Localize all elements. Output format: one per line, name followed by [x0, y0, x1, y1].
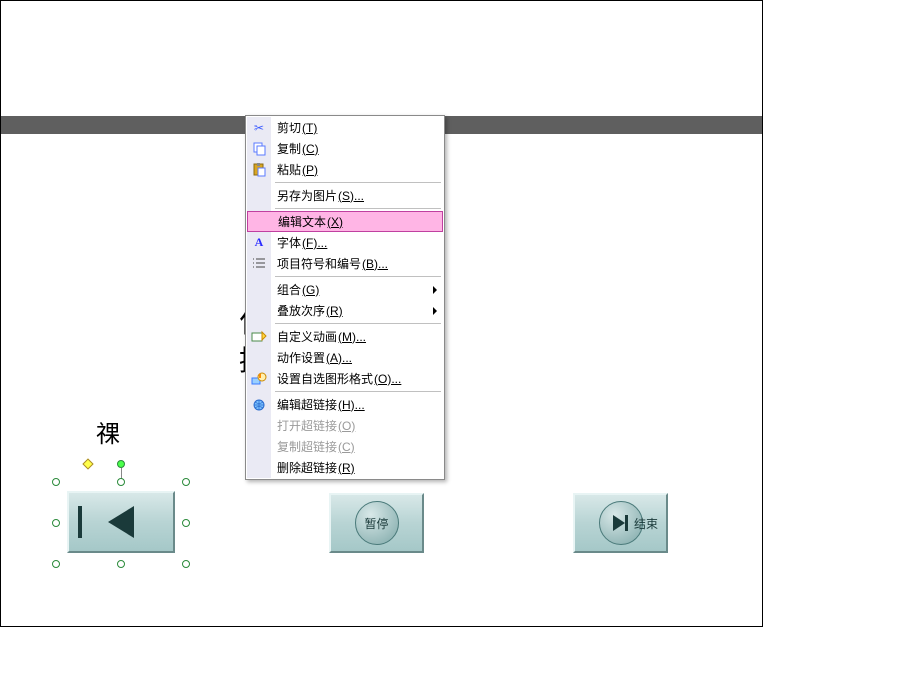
menu-save-as-picture[interactable]: 另存为图片(S)... [247, 185, 443, 206]
paste-icon [250, 161, 268, 179]
pause-button[interactable]: 暂停 [329, 493, 424, 553]
pause-icon: 暂停 [355, 501, 399, 545]
pause-label: 暂停 [364, 515, 388, 532]
menu-separator [275, 182, 441, 183]
copy-icon [250, 140, 268, 158]
menu-copy[interactable]: 复制(C) [247, 138, 443, 159]
bullets-icon [250, 255, 268, 273]
menu-edit-hyperlink[interactable]: 编辑超链接(H)... [247, 394, 443, 415]
menu-order[interactable]: 叠放次序(R) [247, 300, 443, 321]
submenu-arrow-icon [433, 286, 437, 294]
menu-action-settings[interactable]: 动作设置(A)... [247, 347, 443, 368]
menu-cut-label: 剪切 [277, 119, 301, 136]
end-button[interactable]: 结束 [573, 493, 668, 553]
hyperlink-icon [250, 396, 268, 414]
skip-previous-icon [108, 506, 134, 538]
menu-open-hyperlink-label: 打开超链接 [277, 417, 337, 434]
menu-cut[interactable]: ✂ 剪切(T) [247, 117, 443, 138]
resize-handle-tm[interactable] [117, 478, 125, 486]
menu-save-as-picture-label: 另存为图片 [277, 187, 337, 204]
menu-remove-hyperlink[interactable]: 删除超链接(R) [247, 457, 443, 478]
context-menu: ✂ 剪切(T) 复制(C) 粘贴(P) 另存为图片(S)... 编辑文本(X) … [245, 115, 445, 480]
menu-format-autoshape-label: 设置自选图形格式 [277, 370, 373, 387]
resize-handle-ml[interactable] [52, 519, 60, 527]
menu-separator [275, 208, 441, 209]
menu-paste[interactable]: 粘贴(P) [247, 159, 443, 180]
cut-icon: ✂ [250, 119, 268, 137]
menu-remove-hyperlink-label: 删除超链接 [277, 459, 337, 476]
menu-edit-text-label: 编辑文本 [278, 213, 326, 230]
author-left-fragment: 祼 [96, 414, 120, 449]
menu-edit-hyperlink-label: 编辑超链接 [277, 396, 337, 413]
menu-open-hyperlink: 打开超链接(O) [247, 415, 443, 436]
end-label: 结束 [634, 515, 658, 532]
menu-action-settings-label: 动作设置 [277, 349, 325, 366]
menu-font[interactable]: A 字体(F)... [247, 232, 443, 253]
menu-font-label: 字体 [277, 234, 301, 251]
menu-edit-text[interactable]: 编辑文本(X) [247, 211, 443, 232]
menu-format-autoshape[interactable]: 设置自选图形格式(O)... [247, 368, 443, 389]
resize-handle-br[interactable] [182, 560, 190, 568]
menu-custom-animation[interactable]: 自定义动画(M)... [247, 326, 443, 347]
menu-group[interactable]: 组合(G) [247, 279, 443, 300]
submenu-arrow-icon [433, 307, 437, 315]
resize-handle-bl[interactable] [52, 560, 60, 568]
skip-end-icon [613, 515, 628, 531]
menu-separator [275, 323, 441, 324]
menu-copy-hyperlink: 复制超链接(C) [247, 436, 443, 457]
menu-copy-hyperlink-label: 复制超链接 [277, 438, 337, 455]
resize-handle-tl[interactable] [52, 478, 60, 486]
resize-handle-mr[interactable] [182, 519, 190, 527]
font-icon: A [250, 234, 268, 252]
resize-handle-bm[interactable] [117, 560, 125, 568]
resize-handle-tr[interactable] [182, 478, 190, 486]
previous-button[interactable] [67, 491, 175, 553]
top-area [1, 1, 762, 132]
menu-paste-label: 粘贴 [277, 161, 301, 178]
animation-icon [250, 328, 268, 346]
menu-separator [275, 276, 441, 277]
menu-order-label: 叠放次序 [277, 302, 325, 319]
menu-bullets[interactable]: 项目符号和编号(B)... [247, 253, 443, 274]
menu-copy-label: 复制 [277, 140, 301, 157]
menu-bullets-label: 项目符号和编号 [277, 255, 361, 272]
rotation-handle[interactable] [117, 460, 125, 468]
menu-separator [275, 391, 441, 392]
format-shape-icon [250, 370, 268, 388]
menu-custom-animation-label: 自定义动画 [277, 328, 337, 345]
menu-group-label: 组合 [277, 281, 301, 298]
